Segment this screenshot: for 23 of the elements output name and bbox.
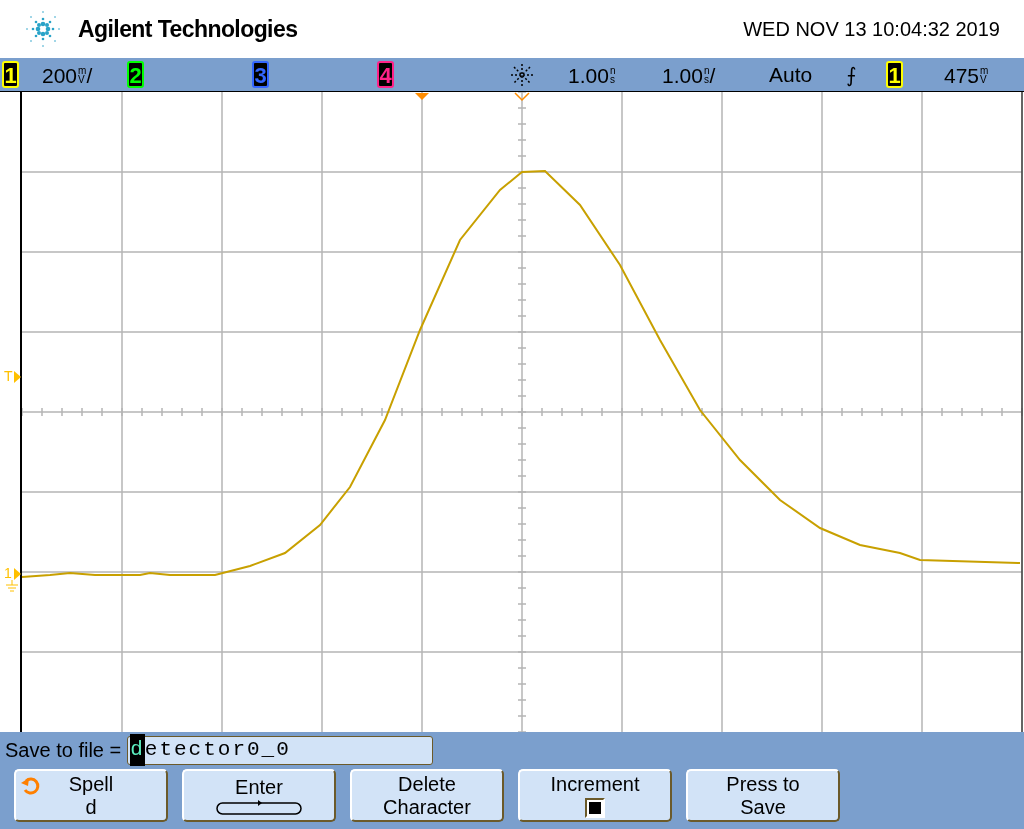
checkbox[interactable] <box>585 798 605 818</box>
channel-number: 2 <box>129 64 142 85</box>
channel-number: 3 <box>254 64 267 85</box>
date-time: WED NOV 13 10:04:32 2019 <box>743 17 1000 42</box>
brand-name: Agilent Technologies <box>78 14 298 44</box>
ground-icon <box>5 579 19 592</box>
enter-key-icon <box>216 799 302 815</box>
softkey-button[interactable]: Delete Character <box>350 769 504 822</box>
channel-number: 1 <box>888 64 901 85</box>
channel-number: 1 <box>4 64 17 85</box>
prompt-label: Save to file = <box>5 738 122 763</box>
delay-icon <box>510 63 534 87</box>
channel-number: 4 <box>379 64 392 85</box>
delay-reference-icon <box>514 92 530 102</box>
trigger-slope: ⨍ <box>846 62 857 88</box>
softkey-button[interactable]: Press to Save <box>686 769 840 822</box>
increment-button[interactable]: Increment <box>518 769 672 822</box>
logo-icon <box>24 10 62 48</box>
spell-button[interactable]: Spell d <box>14 769 168 822</box>
enter-button[interactable]: Enter <box>182 769 336 822</box>
trigger-mode: Auto <box>769 62 813 88</box>
filename-field[interactable]: detector0_0 <box>127 735 434 765</box>
rotate-arrow-icon <box>20 775 42 797</box>
